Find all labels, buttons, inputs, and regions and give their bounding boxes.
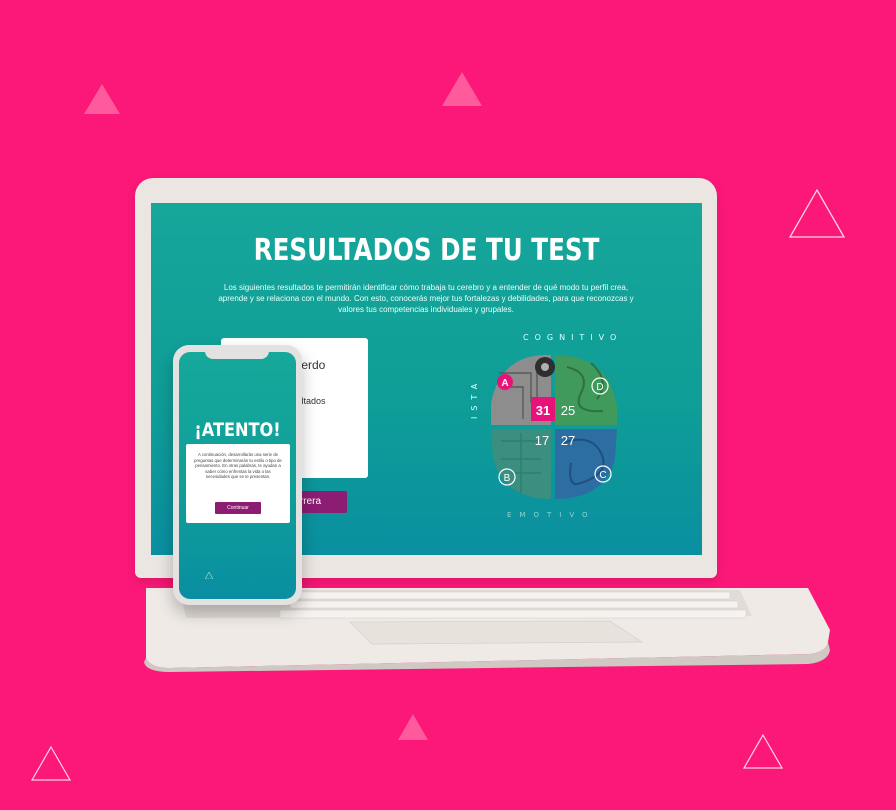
brain-quadrant-graphic: COGNITIVO ISTA EMOTIVO 31 25 17 27 A D B… xyxy=(471,333,622,519)
results-intro-text: Los siguientes resultados te permitirán … xyxy=(218,283,634,314)
results-title: RESULTADOS DE TU TEST xyxy=(253,233,600,268)
triangle-decoration-icon xyxy=(398,714,428,740)
brain-top-label: COGNITIVO xyxy=(523,333,622,342)
brain-left-label: ISTA xyxy=(471,378,479,419)
badge-d: D xyxy=(596,382,603,393)
triangle-outline-icon xyxy=(788,188,846,238)
score-b: 17 xyxy=(535,433,549,448)
triangle-outline-icon xyxy=(30,745,72,781)
brain-bottom-label: EMOTIVO xyxy=(507,511,596,519)
phone-notch xyxy=(205,350,269,359)
score-c: 27 xyxy=(561,433,575,448)
continue-button[interactable]: Continuar xyxy=(215,502,261,514)
phone-title: ¡ATENTO! xyxy=(194,419,281,441)
triangle-outline-icon xyxy=(742,733,784,769)
badge-a: A xyxy=(501,378,508,389)
phone-screen: ¡ATENTO! A continuación, desarrollarás u… xyxy=(179,352,296,599)
phone-message-card: A continuación, desarrollarás una serie … xyxy=(186,444,290,523)
badge-c: C xyxy=(599,470,606,481)
score-d: 25 xyxy=(561,403,575,418)
score-a: 31 xyxy=(536,403,550,418)
triangle-decoration-icon xyxy=(84,84,120,114)
triangle-decoration-icon xyxy=(205,572,213,579)
triangle-decoration-icon xyxy=(442,72,482,106)
phone-message-text: A continuación, desarrollarás una serie … xyxy=(194,452,282,480)
badge-b: B xyxy=(504,473,511,484)
